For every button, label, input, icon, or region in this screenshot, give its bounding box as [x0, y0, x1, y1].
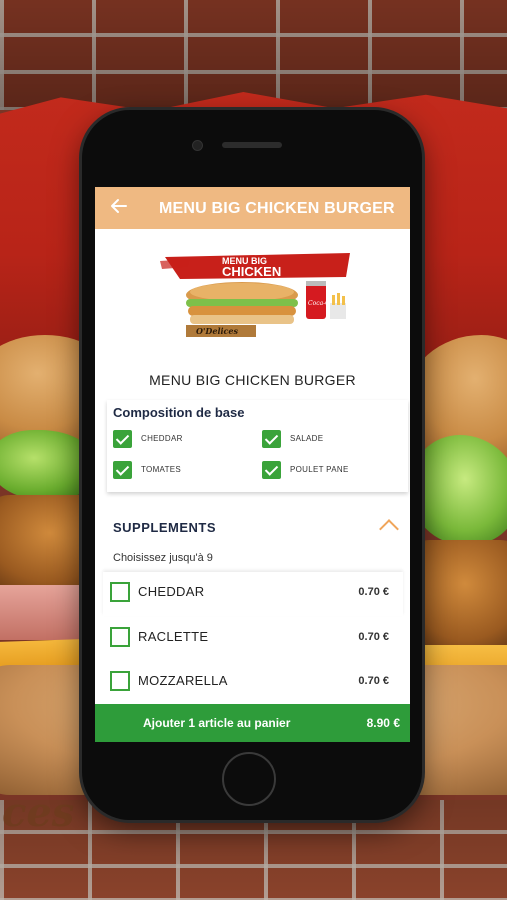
chevron-up-icon[interactable]	[379, 519, 399, 539]
supplement-price: 0.70 €	[358, 586, 389, 598]
composition-item-cheddar[interactable]: CHEDDAR	[113, 430, 253, 448]
composition-item-poulet-pane[interactable]: POULET PANE	[262, 461, 402, 479]
page-title: MENU BIG CHICKEN BURGER	[159, 200, 395, 217]
add-to-cart-button[interactable]: Ajouter 1 article au panier 8.90 €	[95, 704, 410, 742]
checkbox-checked-icon[interactable]	[262, 461, 281, 479]
product-title: MENU BIG CHICKEN BURGER	[149, 372, 356, 388]
composition-label: SALADE	[290, 434, 324, 443]
composition-label: TOMATES	[141, 465, 182, 474]
composition-card: Composition de base CHEDDAR SALADE TOMAT…	[107, 400, 408, 492]
composition-label: CHEDDAR	[141, 434, 183, 443]
app-screen: MENU BIG CHICKEN BURGER MENU BIG CHICKEN…	[95, 187, 410, 742]
supplement-name: MOZZARELLA	[138, 673, 228, 688]
cart-total: 8.90 €	[366, 716, 400, 730]
supplement-name: RACLETTE	[138, 629, 209, 644]
supplement-item-raclette[interactable]: RACLETTE 0.70 €	[103, 617, 403, 661]
checkbox-checked-icon[interactable]	[113, 461, 132, 479]
brick-wall-top	[0, 0, 507, 110]
product-image: MENU BIG CHICKEN Coca-Cola O'Delices	[160, 247, 355, 339]
earpiece-speaker	[222, 142, 282, 148]
composition-title: Composition de base	[113, 405, 245, 420]
supplement-price: 0.70 €	[358, 675, 389, 687]
brand-plate: O'Delices	[196, 326, 238, 336]
supplement-item-cheddar[interactable]: CHEDDAR 0.70 €	[103, 572, 403, 616]
checkbox-unchecked-icon[interactable]	[110, 627, 130, 647]
banner-line2: CHICKEN	[222, 264, 281, 279]
front-camera	[192, 140, 203, 151]
lettuce-right	[410, 435, 507, 545]
app-header: MENU BIG CHICKEN BURGER	[95, 187, 410, 229]
arrow-left-icon[interactable]	[109, 196, 131, 218]
supplement-name: CHEDDAR	[138, 584, 205, 599]
checkbox-unchecked-icon[interactable]	[110, 582, 130, 602]
checkbox-checked-icon[interactable]	[262, 430, 281, 448]
add-to-cart-label: Ajouter 1 article au panier	[143, 716, 291, 730]
supplement-price: 0.70 €	[358, 631, 389, 643]
checkbox-unchecked-icon[interactable]	[110, 671, 130, 691]
composition-label: POULET PANE	[290, 465, 349, 474]
checkbox-checked-icon[interactable]	[113, 430, 132, 448]
supplements-subtitle: Choisissez jusqu'à 9	[113, 552, 213, 564]
composition-item-tomates[interactable]: TOMATES	[113, 461, 253, 479]
supplement-item-mozzarella[interactable]: MOZZARELLA 0.70 €	[103, 661, 403, 705]
composition-item-salade[interactable]: SALADE	[262, 430, 402, 448]
home-button[interactable]	[222, 752, 276, 806]
supplements-title: SUPPLEMENTS	[113, 520, 217, 535]
